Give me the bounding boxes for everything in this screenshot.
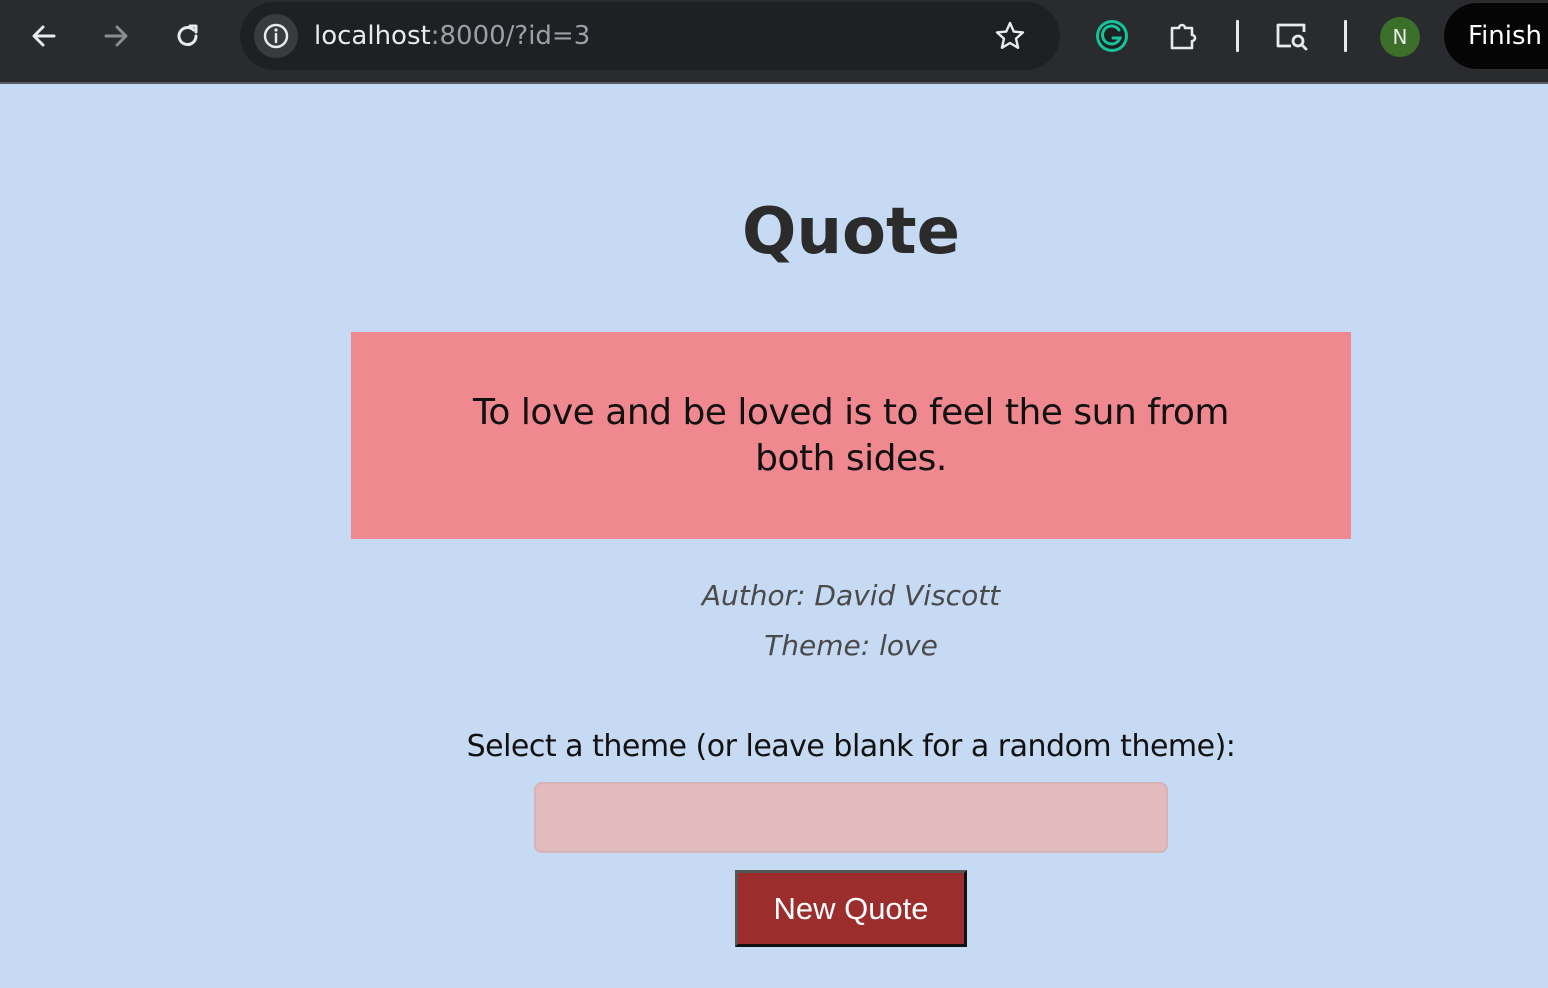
bookmark-button[interactable] (992, 18, 1028, 54)
search-in-page-button[interactable] (1272, 16, 1312, 56)
browser-toolbar: localhost:8000/?id=3 N Finish (0, 0, 1548, 84)
quote-text: To love and be loved is to feel the sun … (473, 391, 1230, 479)
quote-theme: Theme: love (764, 629, 938, 662)
finish-button[interactable]: Finish (1444, 3, 1548, 69)
toolbar-separator (1344, 20, 1347, 52)
theme-input[interactable] (534, 782, 1168, 853)
new-quote-button[interactable]: New Quote (735, 870, 967, 947)
toolbar-separator (1236, 20, 1239, 52)
grammarly-extension-button[interactable] (1092, 16, 1132, 56)
puzzle-piece-icon (1170, 23, 1197, 50)
forward-arrow-icon (104, 25, 128, 47)
info-icon (263, 23, 289, 49)
reload-icon (177, 24, 198, 46)
url-text[interactable]: localhost:8000/?id=3 (314, 19, 590, 53)
address-bar[interactable]: localhost:8000/?id=3 (240, 2, 1060, 70)
quote-author: Author: David Viscott (701, 579, 1001, 612)
forward-button[interactable] (96, 16, 136, 56)
reload-button[interactable] (168, 16, 208, 56)
quote-box: To love and be loved is to feel the sun … (351, 332, 1351, 539)
star-icon (995, 21, 1025, 49)
back-button[interactable] (24, 16, 64, 56)
profile-avatar[interactable]: N (1380, 17, 1420, 57)
search-in-page-icon (1276, 23, 1308, 51)
url-path: :8000/?id=3 (430, 21, 591, 51)
back-arrow-icon (32, 25, 56, 47)
site-info-button[interactable] (254, 14, 298, 58)
grammarly-icon (1096, 20, 1128, 52)
url-host: localhost (314, 21, 431, 51)
page-title: Quote (742, 195, 960, 269)
theme-input-label: Select a theme (or leave blank for a ran… (466, 729, 1236, 764)
extensions-button[interactable] (1164, 16, 1204, 56)
